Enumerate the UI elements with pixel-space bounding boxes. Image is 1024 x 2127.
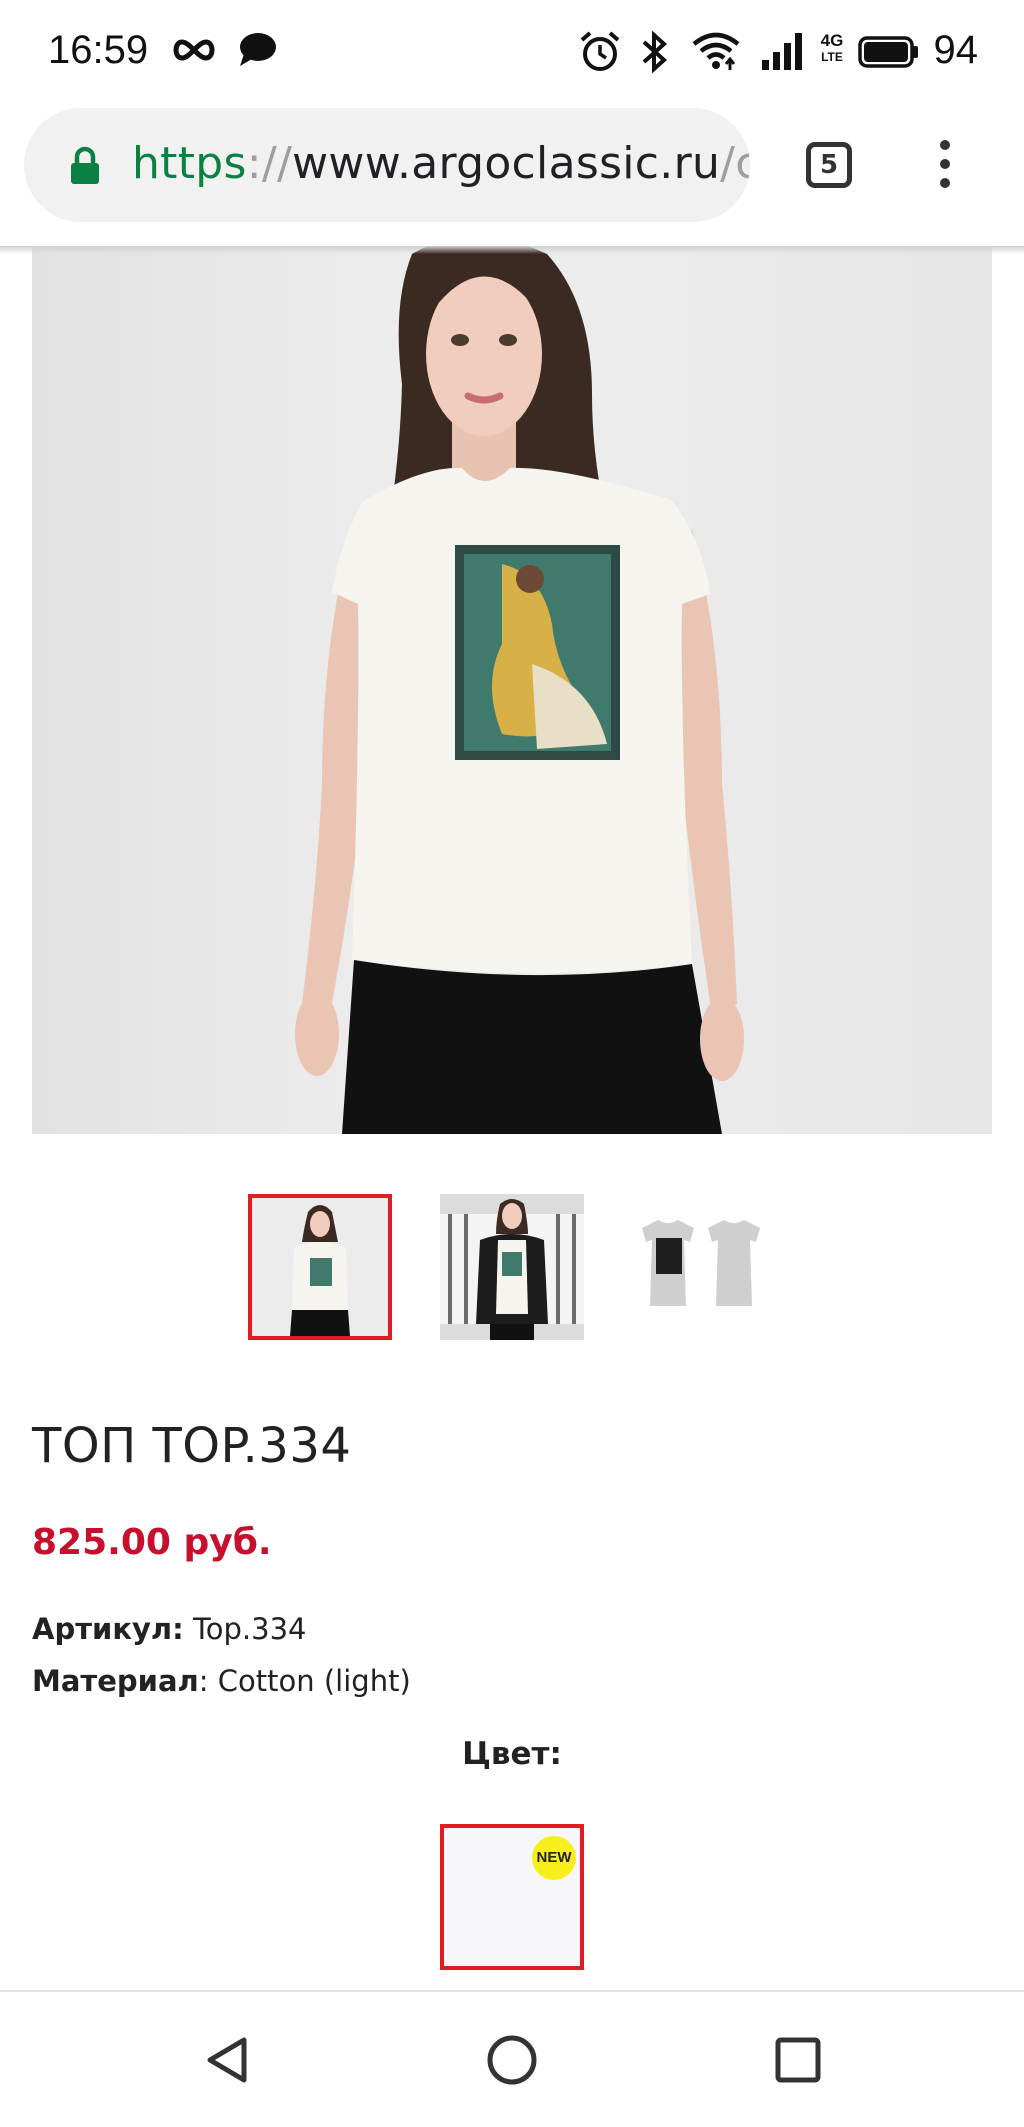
address-bar[interactable]: https://www.argoclassic.ru/c <box>24 108 750 222</box>
product-price: 825.00 руб. <box>32 1522 272 1563</box>
product-page: ТОП TOP.334 825.00 руб. Артикул: Top.334… <box>0 246 1024 1990</box>
product-title: ТОП TOP.334 <box>32 1418 352 1474</box>
material-value: : Cotton (light) <box>198 1664 411 1698</box>
color-heading: Цвет: <box>462 1736 562 1772</box>
thumbnail-image-front <box>252 1198 388 1336</box>
battery-icon <box>858 36 920 72</box>
navigation-bar <box>0 1990 1024 2127</box>
material-label: Материал <box>32 1664 199 1698</box>
thumbnail-image-jacket <box>440 1194 584 1340</box>
status-bar: 16:59 4G LTE 94 <box>0 0 1024 106</box>
new-badge: NEW <box>532 1836 576 1880</box>
alarm-icon <box>578 30 622 78</box>
home-icon[interactable] <box>484 2032 540 2092</box>
recents-icon[interactable] <box>770 2032 826 2092</box>
infinity-icon <box>170 30 218 74</box>
thumbnail-image-flat <box>632 1194 776 1340</box>
thumb-flat-view[interactable] <box>632 1194 776 1340</box>
back-icon[interactable] <box>200 2032 256 2092</box>
article-row: Артикул: Top.334 <box>32 1612 307 1646</box>
toolbar-shadow <box>0 246 1024 254</box>
wifi-icon <box>692 30 740 76</box>
lock-icon[interactable] <box>68 146 102 190</box>
bluetooth-icon <box>638 30 670 78</box>
url-text[interactable]: https://www.argoclassic.ru/c <box>132 138 750 189</box>
model-illustration <box>295 246 744 1134</box>
material-row: Материал: Cotton (light) <box>32 1664 411 1698</box>
main-product-photo[interactable] <box>32 246 992 1134</box>
4g-lte-icon: 4G LTE <box>820 31 844 64</box>
color-swatch-white[interactable]: NEW <box>440 1824 584 1970</box>
thumb-front-view[interactable] <box>248 1194 392 1340</box>
article-value: Top.334 <box>183 1612 307 1646</box>
browser-toolbar: https://www.argoclassic.ru/c 5 <box>0 106 1024 246</box>
overflow-menu-button[interactable] <box>930 140 960 194</box>
signal-icon <box>760 30 806 76</box>
thumb-jacket-view[interactable] <box>440 1194 584 1340</box>
status-time: 16:59 <box>48 28 149 72</box>
battery-percent: 94 <box>933 28 979 72</box>
tab-switcher-button[interactable]: 5 <box>806 142 852 188</box>
chat-bubble-icon <box>236 30 278 74</box>
article-label: Артикул: <box>32 1612 184 1646</box>
